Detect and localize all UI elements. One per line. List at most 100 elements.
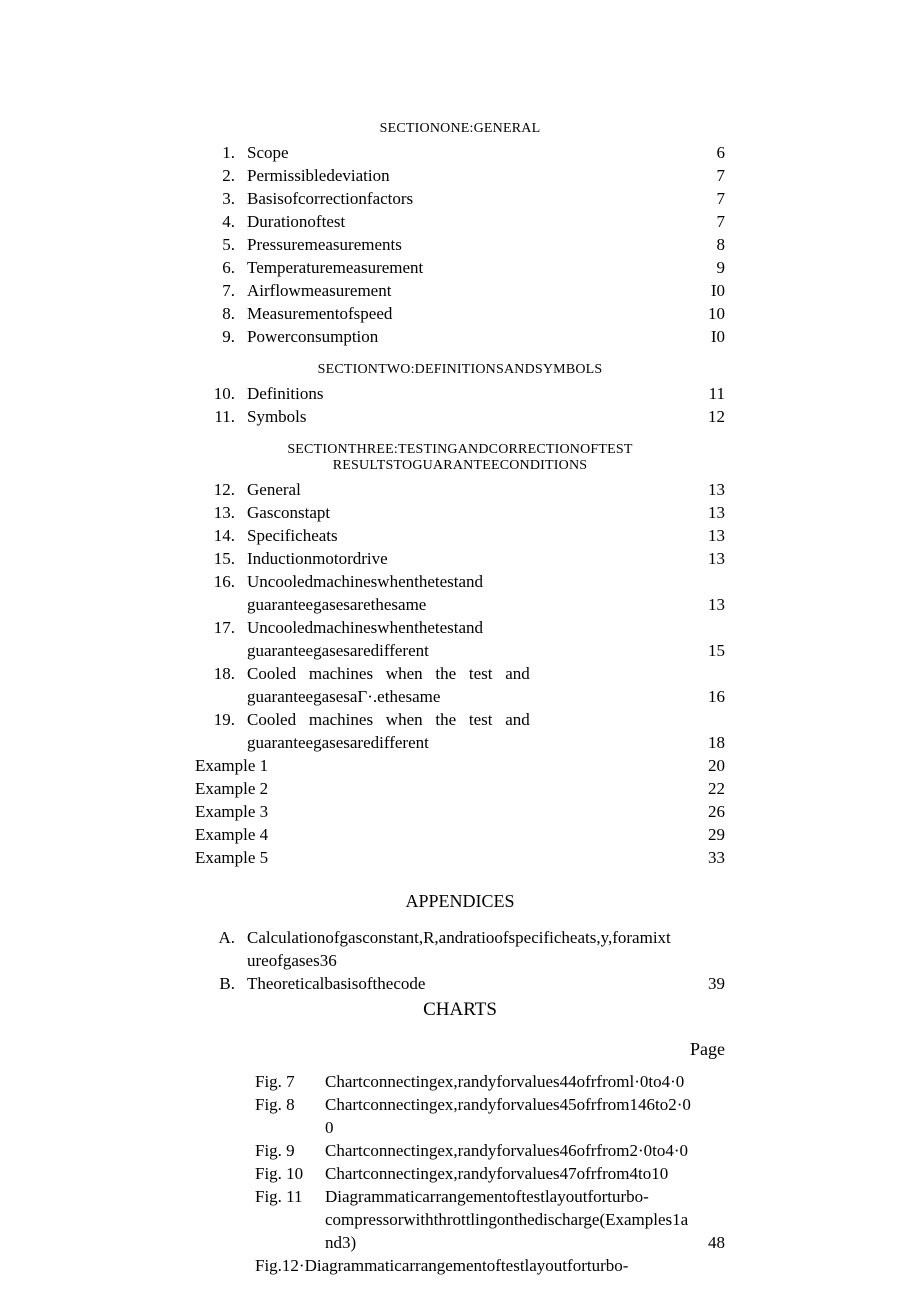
toc-number: 14.	[195, 524, 247, 547]
appendix-row: B. Theoreticalbasisofthecode 39	[195, 972, 725, 995]
toc-title-line2: guaranteegasesaГ·.ethesame	[247, 685, 677, 708]
section-two-heading: SECTIONTWO:DEFINITIONSANDSYMBOLS	[195, 362, 725, 378]
toc-page: 13	[685, 593, 725, 616]
figure-number: Fig. 9	[255, 1139, 325, 1162]
toc-title: Specificheats	[247, 524, 685, 547]
toc-row: 11.Symbols12	[195, 405, 725, 428]
example-row: Example 222	[195, 777, 725, 800]
toc-title: Inductionmotordrive	[247, 547, 685, 570]
toc-number: 7.	[195, 279, 247, 302]
toc-title-line2: guaranteegasesaredifferent	[247, 639, 677, 662]
example-page: 20	[685, 754, 725, 777]
example-row: Example 533	[195, 846, 725, 869]
toc-page: 9	[685, 256, 725, 279]
toc-page: 13	[685, 547, 725, 570]
toc-row: 7.AirflowmeasurementI0	[195, 279, 725, 302]
toc-number: 8.	[195, 302, 247, 325]
toc-title: Durationoftest	[247, 210, 685, 233]
figure-row: Fig. 9Chartconnectingex,randyforvalues46…	[255, 1139, 725, 1162]
toc-row: 3.Basisofcorrectionfactors7	[195, 187, 725, 210]
figure-row: Fig. 11 Diagrammaticarrangementoftestlay…	[255, 1185, 725, 1254]
toc-title-line2: guaranteegasesaredifferent	[247, 731, 677, 754]
section-two-list: 10.Definitions11 11.Symbols12	[195, 382, 725, 428]
toc-title: Gasconstapt	[247, 501, 685, 524]
figure-number: Fig. 10	[255, 1162, 325, 1185]
toc-row: 4.Durationoftest7	[195, 210, 725, 233]
toc-title-line1: Uncooledmachineswhenthetestand	[247, 572, 483, 591]
toc-page: I0	[685, 325, 725, 348]
toc-title: Definitions	[247, 382, 685, 405]
toc-number: 18.	[195, 662, 247, 685]
toc-number: 11.	[195, 405, 247, 428]
example-title: Example 5	[195, 846, 685, 869]
appendix-title: Theoreticalbasisofthecode	[247, 972, 685, 995]
figure-row: Fig. 8Chartconnectingex,randyforvalues45…	[255, 1093, 725, 1139]
toc-number: 6.	[195, 256, 247, 279]
toc-title: Cooled machines when the test andguarant…	[247, 708, 685, 754]
toc-row: 8.Measurementofspeed10	[195, 302, 725, 325]
figure-title-line1: Diagrammaticarrangementoftestlayoutfortu…	[325, 1187, 649, 1206]
toc-number: 1.	[195, 141, 247, 164]
toc-number: 19.	[195, 708, 247, 731]
toc-page: 16	[685, 685, 725, 708]
toc-number: 12.	[195, 478, 247, 501]
toc-number: 17.	[195, 616, 247, 639]
example-row: Example 429	[195, 823, 725, 846]
appendices-list: A. Calculationofgasconstant,R,andratioof…	[195, 926, 725, 995]
figure-title: Diagrammaticarrangementoftestlayoutfortu…	[325, 1185, 695, 1254]
toc-page: 13	[685, 524, 725, 547]
figure-number: Fig. 11	[255, 1185, 325, 1208]
toc-row: 17. Uncooledmachineswhenthetestand guaran…	[195, 616, 725, 662]
toc-title: Measurementofspeed	[247, 302, 685, 325]
toc-number: 10.	[195, 382, 247, 405]
toc-title: Uncooledmachineswhenthetestand guaranteeg…	[247, 616, 685, 662]
section-three-heading-line2: RESULTSTOGUARANTEECONDITIONS	[195, 458, 725, 474]
example-page: 22	[685, 777, 725, 800]
toc-page: 6	[685, 141, 725, 164]
example-title: Example 2	[195, 777, 685, 800]
section-three-heading-line1: SECTIONTHREE:TESTINGANDCORRECTIONOFTEST	[195, 442, 725, 458]
figures-list: Fig. 7Chartconnectingex,randyforvalues44…	[255, 1070, 725, 1254]
toc-number: 16.	[195, 570, 247, 593]
toc-row: 9.PowerconsumptionI0	[195, 325, 725, 348]
toc-title: Temperaturemeasurement	[247, 256, 685, 279]
toc-row: 19. Cooled machines when the test andgua…	[195, 708, 725, 754]
toc-title: Basisofcorrectionfactors	[247, 187, 685, 210]
toc-title: Pressuremeasurements	[247, 233, 685, 256]
example-page: 26	[685, 800, 725, 823]
figure-title-line2: compressorwiththrottlingonthedischarge(E…	[325, 1208, 695, 1254]
figure-title: Chartconnectingex,randyforvalues45ofrfro…	[325, 1093, 695, 1139]
example-page: 33	[685, 846, 725, 869]
toc-row: 18. Cooled machines when the test andgua…	[195, 662, 725, 708]
toc-title-line1: Uncooledmachineswhenthetestand	[247, 618, 483, 637]
toc-page: 13	[685, 478, 725, 501]
appendices-heading: APPENDICES	[195, 891, 725, 912]
toc-page: 11	[685, 382, 725, 405]
figure-page: 48	[695, 1231, 725, 1254]
charts-heading: CHARTS	[195, 999, 725, 1021]
toc-title: Cooled machines when the test andguarant…	[247, 662, 685, 708]
toc-title: Symbols	[247, 405, 685, 428]
section-one-heading: SECTIONONE:GENERAL	[195, 121, 725, 137]
toc-title: Scope	[247, 141, 685, 164]
toc-page: 7	[685, 187, 725, 210]
toc-page: 18	[685, 731, 725, 754]
section-three-list: 12.General13 13.Gasconstapt13 14.Specifi…	[195, 478, 725, 754]
toc-number: 3.	[195, 187, 247, 210]
toc-page: 15	[685, 639, 725, 662]
toc-row: 13.Gasconstapt13	[195, 501, 725, 524]
examples-list: Example 120 Example 222 Example 326 Exam…	[195, 754, 725, 869]
toc-page: 10	[685, 302, 725, 325]
toc-row: 15.Inductionmotordrive13	[195, 547, 725, 570]
example-title: Example 3	[195, 800, 685, 823]
toc-row: 6.Temperaturemeasurement9	[195, 256, 725, 279]
appendix-letter: B.	[195, 972, 247, 995]
example-row: Example 326	[195, 800, 725, 823]
figure-title: Chartconnectingex,randyforvalues47ofrfro…	[325, 1162, 695, 1185]
figure-title: Chartconnectingex,randyforvalues44ofrfro…	[325, 1070, 695, 1093]
figure-number: Fig. 8	[255, 1093, 325, 1116]
document-page: SECTIONONE:GENERAL 1.Scope6 2.Permissibl…	[195, 115, 725, 1277]
example-title: Example 4	[195, 823, 685, 846]
example-title: Example 1	[195, 754, 685, 777]
toc-title-line2: guaranteegasesarethesame	[247, 593, 677, 616]
